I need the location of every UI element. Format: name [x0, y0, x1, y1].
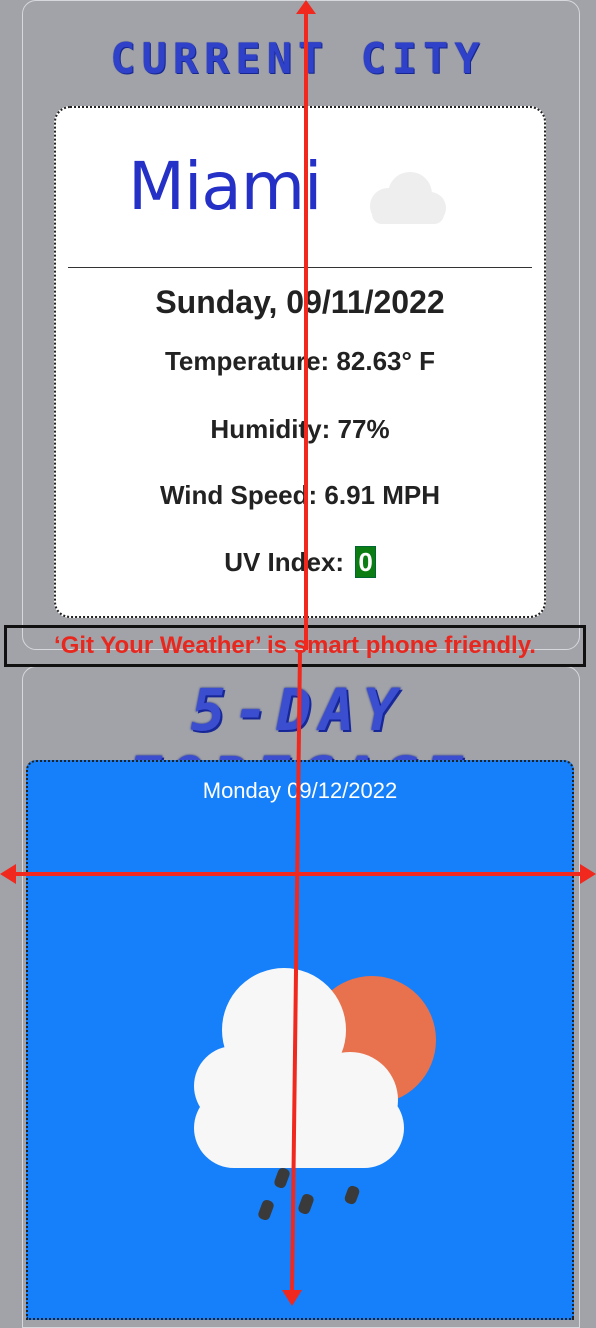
rain-cloud-sun-icon [194, 968, 436, 1220]
current-city-heading: CURRENT CITY [110, 34, 486, 83]
current-date: Sunday, 09/11/2022 [155, 284, 445, 320]
forecast-day-card: Monday 09/12/2022 [26, 760, 574, 1320]
forecast-day-date: Monday 09/12/2022 [202, 778, 398, 803]
cloud-icon [370, 172, 446, 224]
current-weather-card: Miami Sunday, 09/11/2022 Temperature: 82… [54, 106, 546, 618]
uv-index-row: UV Index: 0 [56, 546, 544, 578]
temperature-text: Temperature: 82.63° F [164, 346, 436, 376]
wind-speed-text: Wind Speed: 6.91 MPH [159, 480, 441, 510]
divider [68, 267, 532, 268]
city-name: Miami [128, 148, 322, 225]
uv-index-badge: 0 [355, 546, 376, 578]
uv-index-label: UV Index: [224, 547, 345, 577]
humidity-text: Humidity: 77% [210, 414, 390, 444]
smartphone-friendly-banner: ‘Git Your Weather’ is smart phone friend… [4, 625, 586, 667]
